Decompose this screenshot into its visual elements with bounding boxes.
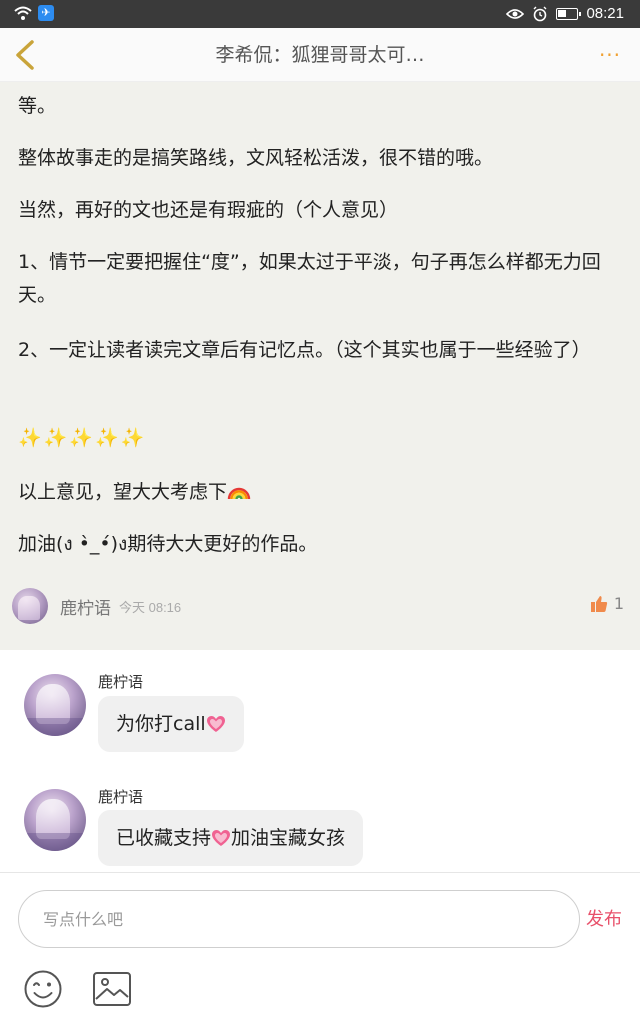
chevron-left-icon [16,40,34,70]
comment-author-row: 鹿柠语 今天 08:16 1 [12,584,628,628]
comment-composer: 发布 [0,872,640,1024]
reply-text-after: 加油宝藏女孩 [231,827,346,849]
alarm-icon [533,6,547,21]
like-button[interactable]: 1 [590,594,624,613]
post-line: 2、一定让读者读完文章后有记忆点。（这个其实也属于一些经验了） [18,339,591,361]
eye-icon [506,8,525,19]
nav-bar: 李希侃：狐狸哥哥太可… ··· [0,28,640,82]
avatar[interactable] [24,789,86,851]
page-title: 李希侃：狐狸哥哥太可… [215,44,425,66]
reply-bubble[interactable]: 已收藏支持 加油宝藏女孩 [98,810,364,866]
post-line: 以上意见，望大大考虑下 [18,476,622,509]
avatar[interactable] [12,588,48,624]
post-line-text: 以上意见，望大大考虑下 [18,481,228,503]
pink-heart-icon [206,716,225,732]
reply-item: 鹿柠语 为你打call [0,668,640,768]
status-right: 08:21 [506,5,624,22]
back-button[interactable] [8,36,44,74]
post-line: 整体故事走的是搞笑路线，文风轻松活泼，很不错的哦。 [18,147,494,169]
comment-input[interactable] [18,890,580,948]
post-line: 等。 [18,95,57,117]
reply-author[interactable]: 鹿柠语 [98,671,143,692]
status-bar: ✈ 08:21 [0,0,640,28]
pink-heart-icon [212,830,231,846]
thumbs-up-icon [590,595,607,612]
battery-icon [556,7,582,20]
post-line: 1、情节一定要把握住“度”，如果太过于平淡，句子再怎么样都无力回天。 [18,251,601,306]
reply-text: 已收藏支持 [116,827,212,849]
post-line: 当然，再好的文也还是有瑕疵的（个人意见） [18,199,399,221]
status-left: ✈ [14,5,54,21]
author-name[interactable]: 鹿柠语 [60,594,111,619]
status-time: 08:21 [586,5,624,22]
reply-text: 为你打call [116,713,206,735]
reply-item: 鹿柠语 已收藏支持 加油宝藏女孩 [0,783,640,883]
publish-button[interactable]: 发布 [586,905,622,931]
emoji-icon[interactable] [23,969,63,1009]
rainbow-icon [227,487,251,500]
sparkles-line: ✨✨✨✨✨ [18,427,147,449]
like-count: 1 [613,594,624,613]
more-button[interactable]: ··· [594,42,626,68]
image-icon[interactable] [92,969,132,1009]
avatar[interactable] [24,674,86,736]
wifi-icon [14,6,32,20]
reply-author[interactable]: 鹿柠语 [98,786,143,807]
reply-bubble[interactable]: 为你打call [98,696,244,752]
post-line: 加油(ง •̀_•́)ง期待大大更好的作品。 [18,533,318,555]
app-notification-icon: ✈ [38,5,54,21]
comment-time: 今天 08:16 [119,599,182,615]
main-comment: 等。 整体故事走的是搞笑路线，文风轻松活泼，很不错的哦。 当然，再好的文也还是有… [0,82,640,650]
